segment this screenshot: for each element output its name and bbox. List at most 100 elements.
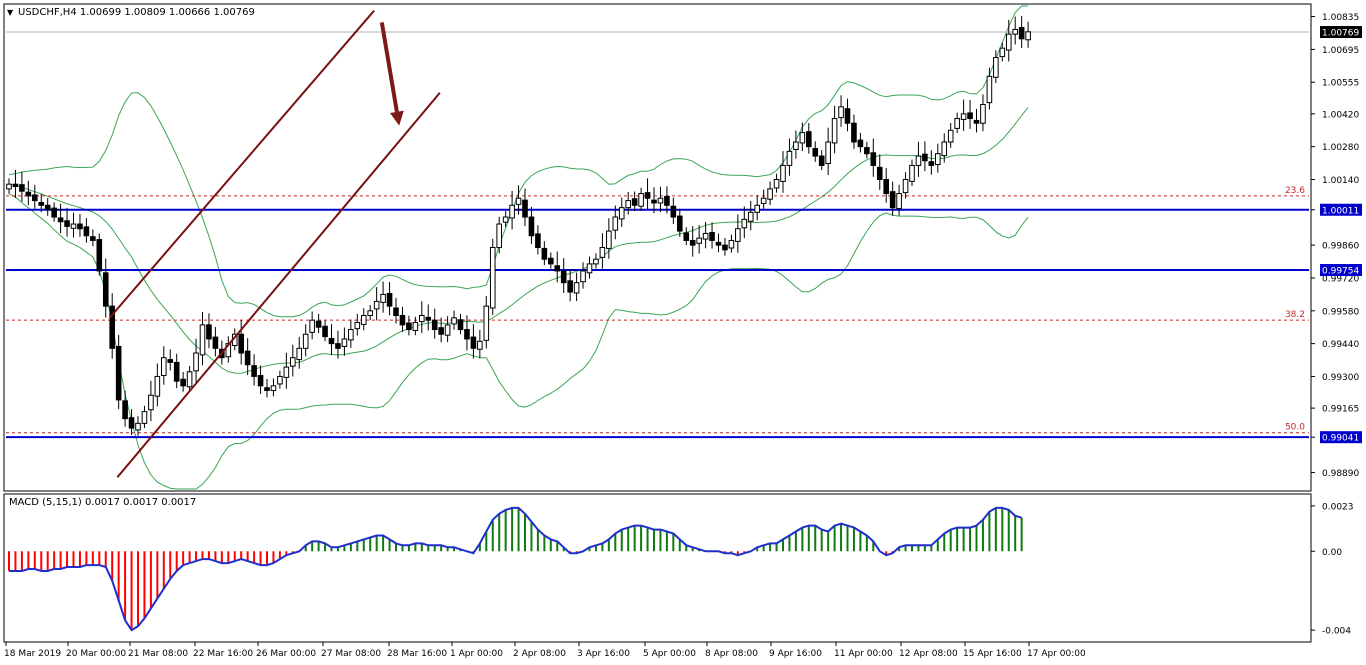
candle-bear (522, 199, 528, 218)
candle-bear (928, 161, 935, 166)
candle-bull (612, 216, 619, 231)
candle-bear (1018, 27, 1025, 40)
time-tick-label: 8 Apr 08:00 (705, 649, 758, 659)
time-tick-label: 20 Mar 00:00 (66, 649, 126, 659)
candle-bear (464, 329, 470, 340)
candle-bear (328, 337, 335, 345)
candle-bull (367, 310, 373, 316)
candle-bear (876, 166, 883, 181)
time-tick-label: 28 Mar 16:00 (387, 649, 447, 659)
candle-bull (354, 322, 361, 330)
time-tick-label: 11 Apr 00:00 (834, 649, 893, 659)
candle-bear (90, 236, 96, 241)
candle-bull (270, 385, 277, 392)
candle-bull (954, 118, 960, 129)
candle-bear (541, 247, 548, 260)
candle-bull (277, 375, 283, 385)
candle-bull (767, 188, 773, 200)
candle-bull (296, 347, 303, 361)
candle-bear (180, 378, 186, 387)
fib-label: 38.2 (1285, 310, 1305, 320)
candle-bear (851, 122, 857, 143)
candle-bear (683, 232, 690, 241)
symbol-header: USDCHF,H4 1.00699 1.00809 1.00666 1.0076… (18, 7, 255, 18)
candle-bull (477, 340, 483, 350)
candle-bear (806, 131, 812, 148)
candle-bear (709, 231, 715, 241)
candle-bull (135, 422, 141, 431)
candle-bull (154, 375, 161, 397)
time-tick-label: 5 Apr 00:00 (643, 649, 696, 659)
candle-bull (780, 164, 786, 182)
price-tick-label: 1.00835 (1322, 13, 1359, 23)
candle-bull (509, 204, 515, 219)
candle-bear (173, 361, 180, 382)
time-tick-label: 26 Mar 00:00 (256, 649, 316, 659)
price-pane[interactable] (3, 3, 1312, 492)
candle-bear (528, 216, 535, 237)
candle-bear (122, 400, 128, 420)
price-tick-label: 0.99440 (1322, 340, 1359, 350)
time-tick-label: 1 Apr 00:00 (450, 649, 503, 659)
chart-menu-icon[interactable]: ▼ (7, 8, 14, 17)
price-tick-label: 0.98890 (1322, 469, 1359, 479)
candle-bull (902, 179, 909, 194)
candle-bear (19, 184, 25, 192)
candle-bear (44, 204, 51, 211)
candle-bull (606, 230, 612, 249)
candle-bull (735, 228, 741, 242)
time-tick-label: 18 Mar 2019 (4, 649, 61, 659)
candle-bull (186, 371, 193, 388)
candle-bull (496, 223, 502, 248)
time-tick-label: 27 Mar 08:00 (321, 649, 381, 659)
candle-bull (657, 197, 664, 204)
candle-bull (909, 164, 915, 182)
candle-bull (290, 357, 296, 367)
candle-bear (251, 365, 257, 377)
candle-bear (83, 226, 90, 237)
candle-bull (302, 333, 309, 349)
macd-header: MACD (5,15,1) 0.0017 0.0017 0.0017 (9, 497, 196, 508)
candle-bull (341, 338, 348, 347)
candle-bull (625, 200, 632, 209)
level-price-tag-label: 0.99041 (1322, 434, 1359, 444)
candle-bull (70, 223, 77, 229)
candle-bear (128, 417, 135, 429)
candle-bear (115, 345, 122, 401)
candle-bear (535, 233, 541, 248)
candle-bull (419, 314, 425, 323)
candle-bull (586, 263, 593, 274)
candle-bear (722, 244, 728, 251)
candle-bull (993, 57, 999, 78)
time-tick-label: 3 Apr 16:00 (577, 649, 630, 659)
candle-bull (947, 129, 954, 143)
candle-bull (999, 47, 1006, 58)
candle-bear (51, 207, 57, 218)
candle-bear (212, 336, 219, 349)
candle-bear (689, 239, 696, 246)
candle-bull (747, 211, 754, 222)
candle-bull (380, 293, 386, 303)
candle-bull (580, 270, 586, 283)
time-tick-label: 2 Apr 08:00 (513, 649, 566, 659)
level-price-tag-label: 1.00011 (1322, 206, 1359, 216)
candle-bull (935, 153, 941, 165)
candle-bear (560, 270, 567, 284)
price-tick-label: 1.00280 (1322, 143, 1359, 153)
candle-bull (702, 232, 709, 240)
candle-bull (348, 329, 354, 341)
candle-bull (638, 193, 644, 207)
candle-bear (677, 215, 683, 232)
candle-bull (1005, 33, 1012, 51)
price-tick-label: 0.99860 (1322, 242, 1359, 252)
candle-bear (77, 223, 83, 230)
candle-bull (161, 357, 167, 377)
candle-bull (573, 282, 580, 294)
candle-bull (980, 103, 986, 124)
candle-bear (431, 319, 438, 331)
candle-bull (799, 132, 806, 144)
candle-bear (457, 319, 464, 331)
macd-pane[interactable] (3, 493, 1312, 643)
candle-bear (12, 183, 19, 188)
candle-bull (741, 218, 748, 229)
